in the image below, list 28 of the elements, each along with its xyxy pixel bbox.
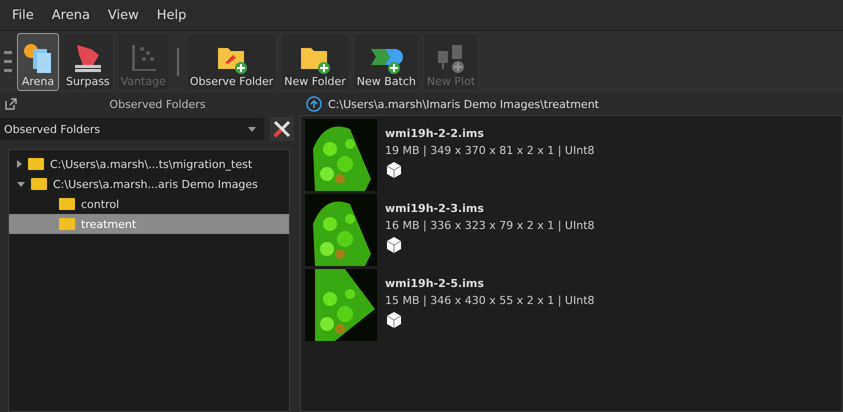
- folder-path: C:\Users\a.marsh\Imaris Demo Images\treatment: [328, 98, 599, 110]
- caret-icon: [248, 126, 256, 132]
- toolbar-button[interactable]: New Batch: [352, 33, 420, 91]
- toolbar-button[interactable]: Observe Folder: [186, 33, 278, 91]
- tree-item[interactable]: C:\Users\a.marsh...aris Demo Images: [9, 174, 289, 194]
- menu-item[interactable]: File: [12, 8, 34, 22]
- tree-item[interactable]: control: [9, 194, 289, 214]
- folder-dropdown[interactable]: Observed Folders: [0, 118, 264, 140]
- file-name: wmi19h-2-5.ims: [385, 277, 485, 290]
- file-info: 15 MB | 346 x 430 x 55 x 2 x 1 | UInt8: [385, 294, 595, 307]
- cube-icon: [385, 161, 403, 179]
- file-name: wmi19h-2-2.ims: [385, 127, 485, 140]
- cube-icon: [385, 311, 403, 329]
- menu-item[interactable]: View: [108, 8, 139, 22]
- file-info: 16 MB | 336 x 323 x 79 x 2 x 1 | UInt8: [385, 219, 595, 232]
- toolbar-button[interactable]: New Folder: [280, 33, 350, 91]
- tree-item[interactable]: C:\Users\a.marsh\...ts\migration_test: [9, 154, 289, 174]
- tools-icon[interactable]: [270, 117, 294, 141]
- file-name: wmi19h-2-3.ims: [385, 202, 485, 215]
- menu-item[interactable]: Arena: [52, 8, 90, 22]
- toolbar-button[interactable]: Arena: [17, 33, 59, 91]
- menu-item[interactable]: Help: [156, 8, 186, 22]
- panel-title: Observed Folders: [108, 98, 207, 110]
- toolbar-button[interactable]: Surpass: [62, 33, 114, 91]
- file-info: 19 MB | 349 x 370 x 81 x 2 x 1 | UInt8: [385, 144, 595, 157]
- cube-icon: [385, 236, 403, 254]
- popout-icon[interactable]: [5, 98, 17, 110]
- up-icon[interactable]: [306, 96, 322, 112]
